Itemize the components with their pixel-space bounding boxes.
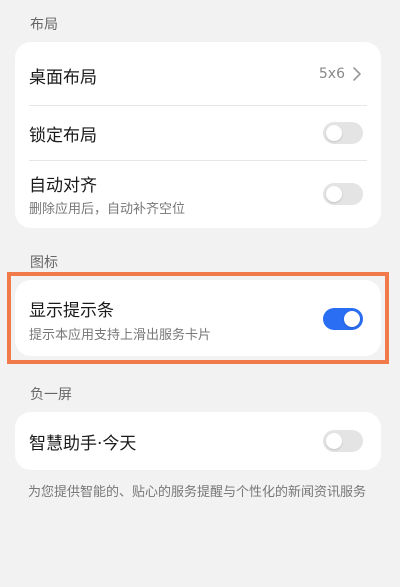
auto-align-toggle[interactable] [323, 183, 363, 205]
toggle-knob [344, 311, 360, 327]
show-hint-bar-subtitle: 提示本应用支持上滑出服务卡片 [29, 328, 212, 343]
auto-align-subtitle: 删除应用后，自动补齐空位 [29, 202, 186, 217]
desktop-layout-title: 桌面布局 [29, 68, 97, 88]
desktop-layout-value: 5x6 [318, 66, 345, 82]
smart-assistant-row[interactable]: 智慧助手·今天 [15, 412, 381, 470]
lock-layout-title: 锁定布局 [29, 126, 97, 146]
desktop-layout-row[interactable]: 桌面布局 5x6 [15, 42, 381, 106]
smart-assistant-title: 智慧助手·今天 [29, 434, 137, 454]
footer-description: 为您提供智能的、贴心的服务提醒与个性化的新闻资讯服务 [28, 485, 367, 500]
section-label-minus-one: 负一屏 [30, 387, 72, 403]
lock-layout-row[interactable]: 锁定布局 [15, 106, 381, 160]
auto-align-title: 自动对齐 [29, 176, 97, 196]
layout-card: 桌面布局 5x6 锁定布局 自动对齐 删除应用后，自动补齐空位 [15, 42, 381, 228]
toggle-knob [326, 433, 342, 449]
show-hint-bar-row[interactable]: 显示提示条 提示本应用支持上滑出服务卡片 [15, 280, 381, 356]
chevron-right-icon [353, 67, 361, 81]
toggle-knob [326, 186, 342, 202]
icon-card: 显示提示条 提示本应用支持上滑出服务卡片 [15, 280, 381, 356]
lock-layout-toggle[interactable] [323, 122, 363, 144]
show-hint-bar-title: 显示提示条 [29, 301, 114, 321]
toggle-knob [326, 125, 342, 141]
section-label-icon: 图标 [30, 255, 58, 271]
show-hint-bar-toggle[interactable] [323, 308, 363, 330]
minus-one-card: 智慧助手·今天 [15, 412, 381, 470]
auto-align-row[interactable]: 自动对齐 删除应用后，自动补齐空位 [15, 161, 381, 228]
smart-assistant-toggle[interactable] [323, 430, 363, 452]
section-label-layout: 布局 [30, 17, 58, 33]
